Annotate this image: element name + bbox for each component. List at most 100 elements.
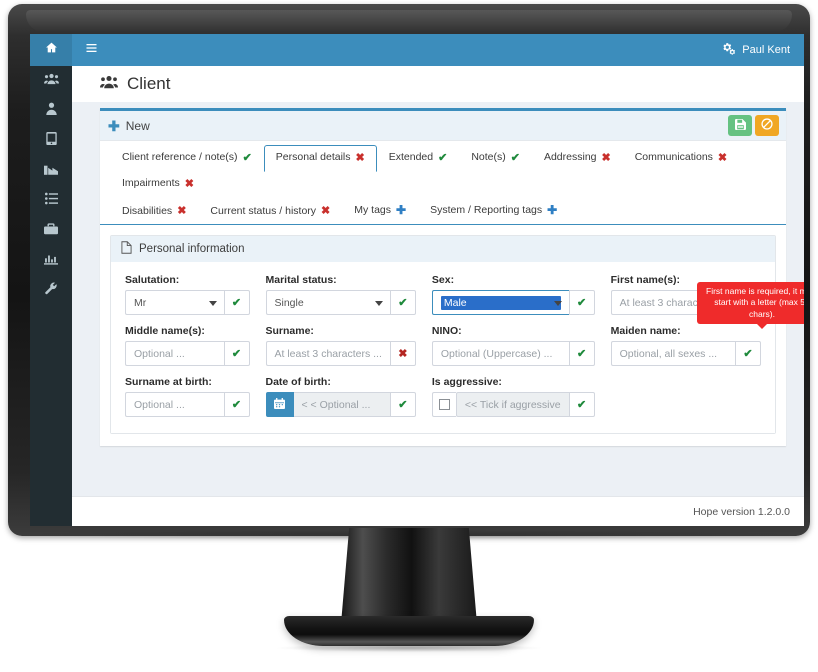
cancel-button[interactable] bbox=[755, 115, 779, 136]
save-button[interactable] bbox=[728, 115, 752, 136]
selected-value: Male bbox=[440, 295, 561, 310]
field-value: Optional, all sexes ... bbox=[619, 347, 718, 360]
field-value: Optional ... bbox=[134, 347, 185, 360]
input-group: At least 3 characters ... ✖ bbox=[265, 341, 416, 367]
select-salutation[interactable]: Mr bbox=[125, 290, 224, 316]
cross-icon: ✖ bbox=[601, 152, 611, 164]
tab-current-status-history[interactable]: Current status / history ✖ bbox=[198, 198, 342, 225]
input-middle-name-s[interactable]: Optional ... bbox=[125, 341, 224, 367]
field-label: Date of birth: bbox=[265, 376, 331, 389]
field-label: Is aggressive: bbox=[431, 376, 502, 389]
field-value: << Tick if aggressive bbox=[464, 398, 561, 411]
validation-tooltip: First name is required, it must start wi… bbox=[697, 282, 804, 330]
monitor-stand-base bbox=[284, 616, 534, 646]
bar-chart-icon bbox=[44, 252, 58, 270]
input-group: << Tick if aggressive ✔ bbox=[431, 392, 595, 418]
sidebar bbox=[30, 66, 72, 526]
tab-client-reference-note-s[interactable]: Client reference / note(s) ✔ bbox=[110, 145, 264, 172]
field-sex: Sex: Male ✔ bbox=[431, 274, 595, 316]
plus-icon: ✚ bbox=[547, 203, 558, 218]
user-menu[interactable]: Paul Kent bbox=[719, 34, 794, 66]
stand-shadow bbox=[274, 644, 544, 652]
cross-icon: ✖ bbox=[177, 205, 187, 218]
field-middle-name-s: Middle name(s): Optional ... ✔ bbox=[125, 325, 250, 367]
tab-label: Personal details bbox=[275, 151, 351, 164]
tab-label: Client reference / note(s) bbox=[122, 151, 238, 164]
tooltip-arrow bbox=[757, 324, 767, 330]
field-label: Sex: bbox=[431, 274, 455, 287]
tab-addressing[interactable]: Addressing ✖ bbox=[532, 145, 623, 172]
sidebar-item-clients[interactable] bbox=[30, 66, 72, 96]
tab-disabilities[interactable]: Disabilities ✖ bbox=[110, 198, 198, 225]
check-icon: ✔ bbox=[438, 152, 448, 164]
check-icon: ✔ bbox=[242, 152, 252, 164]
status-badge: ✔ bbox=[223, 290, 250, 316]
status-badge: ✔ bbox=[223, 341, 250, 367]
field-date-of-birth: Date of birth: < < Optional ... ✔ bbox=[265, 376, 416, 418]
screen: Paul Kent Client ✚ New Client reference … bbox=[30, 34, 804, 526]
tab-note-s[interactable]: Note(s) ✔ bbox=[459, 145, 532, 172]
tab-label: Impairments bbox=[122, 177, 180, 190]
aggressive-checkbox[interactable] bbox=[431, 392, 456, 418]
plus-icon: ✚ bbox=[108, 117, 120, 134]
field-surname-at-birth: Surname at birth: Optional ... ✔ bbox=[125, 376, 250, 418]
field-marital-status: Marital status: Single ✔ bbox=[265, 274, 416, 316]
field-value: Optional (Uppercase) ... bbox=[440, 347, 553, 360]
calendar-icon bbox=[274, 396, 285, 414]
sidebar-item-lists[interactable] bbox=[30, 186, 72, 216]
page-header: Client bbox=[72, 66, 804, 102]
list-icon bbox=[44, 192, 58, 210]
field-value: Mr bbox=[134, 296, 147, 309]
input-surname-at-birth[interactable]: Optional ... bbox=[125, 392, 224, 418]
home-logo-button[interactable] bbox=[30, 34, 72, 66]
page-title: Client bbox=[127, 74, 171, 93]
check-icon: ✔ bbox=[510, 152, 520, 164]
field-label: Surname: bbox=[265, 325, 314, 338]
tab-personal-details[interactable]: Personal details ✖ bbox=[263, 145, 377, 173]
input-group: Optional ... ✔ bbox=[125, 341, 250, 367]
field-value: Single bbox=[274, 296, 304, 309]
ban-icon bbox=[761, 117, 773, 135]
user-name-label: Paul Kent bbox=[742, 44, 790, 56]
input-group: Optional (Uppercase) ... ✔ bbox=[431, 341, 595, 367]
users-group-icon bbox=[100, 74, 118, 94]
personal-information-section: Personal information Salutation: Mr ✔ Marit… bbox=[110, 235, 776, 435]
check-icon: ✔ bbox=[231, 297, 242, 310]
sidebar-item-organisations[interactable] bbox=[30, 156, 72, 186]
status-badge: ✔ bbox=[223, 392, 250, 418]
check-icon: ✔ bbox=[577, 399, 587, 412]
tab-system-reporting-tags[interactable]: System / Reporting tags ✚ bbox=[418, 197, 569, 225]
sidebar-item-reports[interactable] bbox=[30, 246, 72, 276]
input-maiden-name[interactable]: Optional, all sexes ... bbox=[610, 341, 735, 367]
cross-icon: ✖ bbox=[717, 152, 728, 164]
menu-toggle-button[interactable] bbox=[72, 34, 110, 66]
select-marital-status[interactable]: Single bbox=[265, 290, 390, 316]
monitor-frame: Paul Kent Client ✚ New Client reference … bbox=[8, 4, 810, 536]
input-group: Mr ✔ bbox=[125, 290, 250, 316]
tab-label: System / Reporting tags bbox=[430, 204, 543, 216]
form-fields-grid: Salutation: Mr ✔ Marital status: Single ✔ Sex:… bbox=[111, 262, 775, 434]
field-label: Middle name(s): bbox=[125, 325, 205, 338]
field-is-aggressive: Is aggressive: << Tick if aggressive ✔ bbox=[431, 376, 595, 418]
status-badge: ✖ bbox=[389, 341, 416, 367]
input-nino[interactable]: Optional (Uppercase) ... bbox=[431, 341, 569, 367]
tab-impairments[interactable]: Impairments ✖ bbox=[110, 171, 206, 198]
input-surname[interactable]: At least 3 characters ... bbox=[265, 341, 390, 367]
tab-communications[interactable]: Communications ✖ bbox=[623, 145, 739, 172]
input-date-of-birth[interactable]: < < Optional ... bbox=[293, 392, 390, 418]
sidebar-item-user[interactable] bbox=[30, 96, 72, 126]
calendar-button[interactable] bbox=[265, 392, 294, 418]
briefcase-icon bbox=[44, 222, 58, 240]
bezel-gloss bbox=[26, 10, 792, 32]
tab-extended[interactable]: Extended ✔ bbox=[377, 145, 460, 172]
tab-my-tags[interactable]: My tags ✚ bbox=[342, 197, 418, 225]
sidebar-item-cases[interactable] bbox=[30, 216, 72, 246]
field-maiden-name: Maiden name: Optional, all sexes ... ✔ bbox=[610, 325, 761, 367]
check-icon: ✔ bbox=[743, 348, 753, 361]
select-sex[interactable]: Male bbox=[431, 290, 569, 316]
sidebar-item-settings[interactable] bbox=[30, 276, 72, 306]
users-group-icon bbox=[43, 72, 59, 90]
status-badge: ✔ bbox=[389, 392, 416, 418]
sidebar-item-device[interactable] bbox=[30, 126, 72, 156]
tab-row-primary: Client reference / note(s) ✔ Personal deta… bbox=[110, 145, 776, 197]
